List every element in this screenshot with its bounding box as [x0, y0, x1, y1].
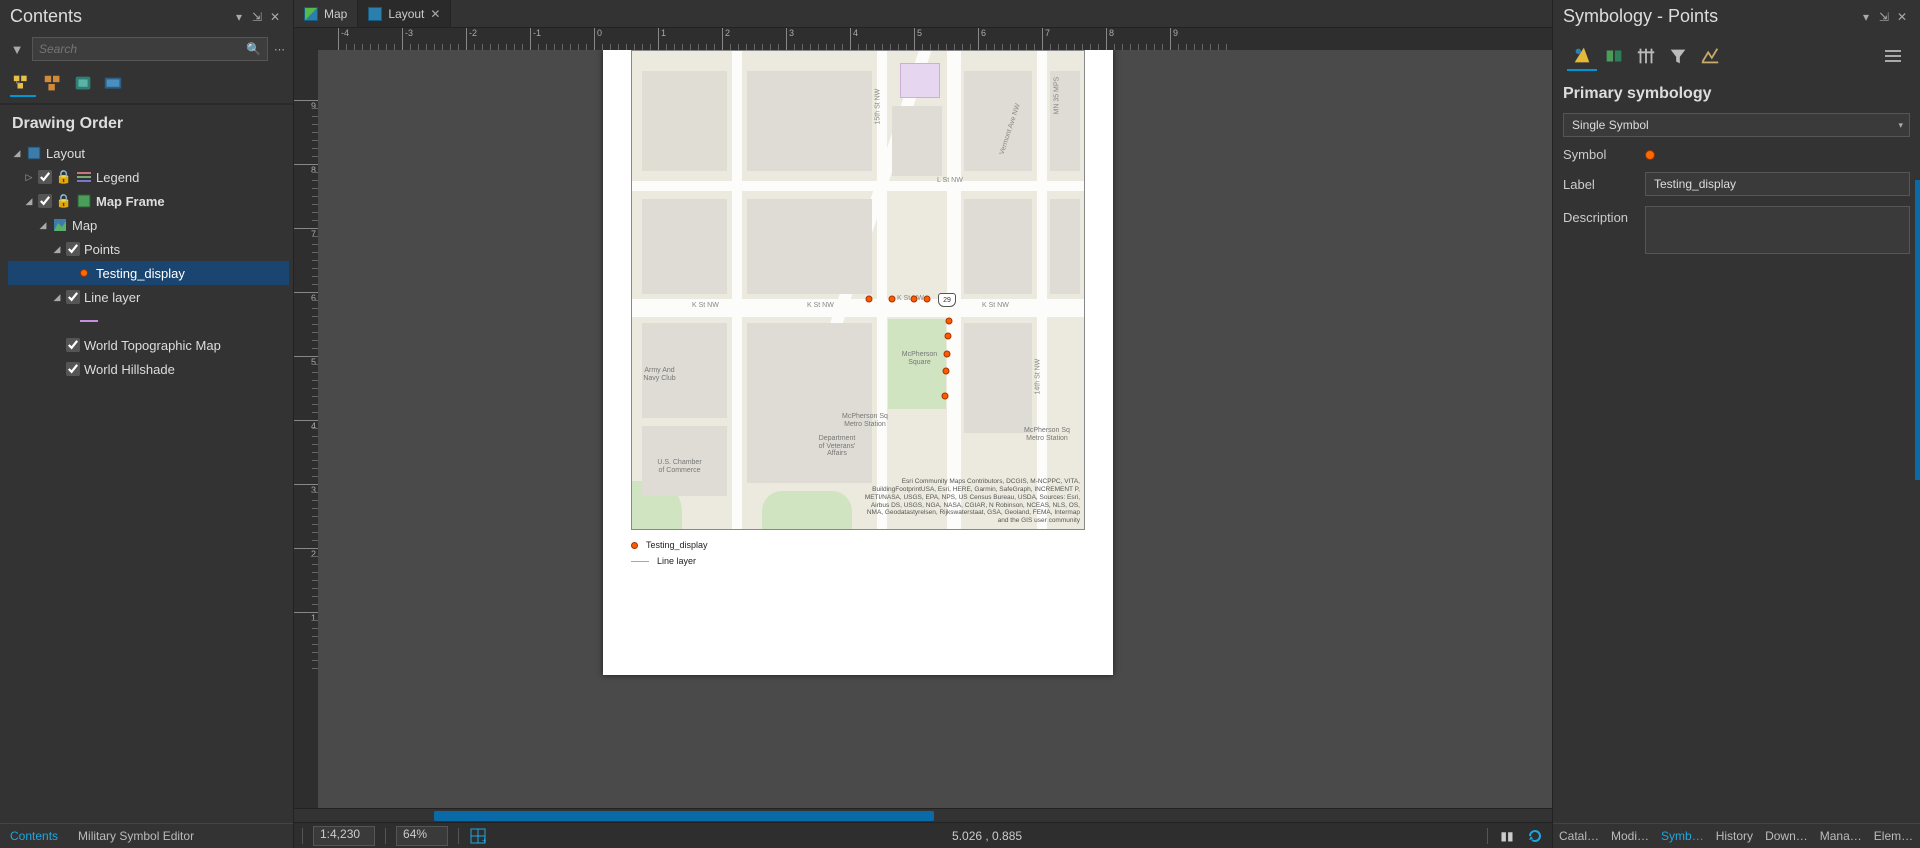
- search-field[interactable]: [39, 42, 246, 56]
- symbology-title: Symbology - Points: [1563, 6, 1858, 27]
- tree-legend[interactable]: ▷ 🔒 Legend: [12, 165, 289, 189]
- tree-map[interactable]: ◢ Map: [12, 213, 289, 237]
- right-tab-6[interactable]: Elem…: [1868, 824, 1919, 848]
- map-frame-icon: [76, 194, 92, 208]
- tree-map-frame[interactable]: ◢ 🔒 Map Frame: [12, 189, 289, 213]
- vertical-scrollbar[interactable]: [1915, 180, 1920, 480]
- snap-grid-icon[interactable]: +: [469, 827, 487, 845]
- search-icon[interactable]: 🔍: [246, 42, 261, 56]
- description-input[interactable]: [1645, 206, 1910, 254]
- tree-line-layer[interactable]: ◢ Line layer: [12, 285, 289, 309]
- tab-military-symbol-editor[interactable]: Military Symbol Editor: [68, 824, 204, 848]
- symbol-layer-drawing-icon[interactable]: [1631, 41, 1661, 71]
- line-visibility-checkbox[interactable]: [66, 290, 80, 304]
- layout-legend[interactable]: Testing_display Line layer: [631, 540, 708, 572]
- lock-icon: 🔒: [56, 194, 72, 208]
- legend-icon: [76, 170, 92, 184]
- pin-icon[interactable]: ⇲: [1876, 9, 1892, 25]
- view-tab-map[interactable]: Map: [294, 0, 358, 27]
- pause-drawing-icon[interactable]: ▮▮: [1498, 827, 1516, 845]
- filter-icon[interactable]: ▼: [8, 42, 26, 57]
- map-tab-icon: [304, 7, 318, 21]
- right-bottom-tabs: Catal…Modi…Symb…HistoryDown…Mana…Elem…: [1553, 823, 1920, 848]
- symbol-label: Symbol: [1563, 147, 1635, 162]
- svg-text:+: +: [482, 836, 486, 844]
- contents-title: Contents: [10, 6, 231, 27]
- drawing-order-heading: Drawing Order: [0, 105, 293, 139]
- label-input[interactable]: [1645, 172, 1910, 196]
- label-label: Label: [1563, 177, 1635, 192]
- right-tab-2[interactable]: Symb…: [1655, 824, 1710, 848]
- view-tab-layout[interactable]: Layout ✕: [358, 0, 451, 27]
- cursor-coordinates: 5.026 , 0.885: [952, 829, 1022, 843]
- primary-symbology-heading: Primary symbology: [1563, 85, 1910, 103]
- layout-tab-icon: [368, 7, 382, 21]
- status-bar: 1:4,230 64% + 5.026 , 0.885 ▮▮: [294, 822, 1552, 848]
- tree-layout[interactable]: ◢ Layout: [12, 141, 289, 165]
- line-symbol-swatch: [80, 320, 98, 322]
- description-label: Description: [1563, 206, 1635, 225]
- close-tab-icon[interactable]: ✕: [430, 7, 440, 21]
- right-tab-5[interactable]: Mana…: [1814, 824, 1868, 848]
- search-options-icon[interactable]: ⋯: [274, 43, 285, 56]
- menu-icon[interactable]: [1880, 43, 1906, 69]
- list-drawing-order-icon[interactable]: [10, 71, 36, 97]
- close-icon[interactable]: ✕: [267, 9, 283, 25]
- scale-dropdown[interactable]: 1:4,230: [313, 826, 375, 846]
- primary-symbology-icon[interactable]: [1567, 41, 1597, 71]
- point-symbol-swatch: [80, 269, 88, 277]
- close-icon[interactable]: ✕: [1894, 9, 1910, 25]
- hillshade-visibility-checkbox[interactable]: [66, 362, 80, 376]
- topo-visibility-checkbox[interactable]: [66, 338, 80, 352]
- contents-tree: ◢ Layout ▷ 🔒 Legend ◢ 🔒 Map Frame ◢: [0, 139, 293, 823]
- tree-base-hillshade[interactable]: ◢ World Hillshade: [12, 357, 289, 381]
- tab-contents[interactable]: Contents: [0, 824, 68, 848]
- mapframe-visibility-checkbox[interactable]: [38, 194, 52, 208]
- right-tab-0[interactable]: Catal…: [1553, 824, 1605, 848]
- legend-visibility-checkbox[interactable]: [38, 170, 52, 184]
- symbology-pane: Symbology - Points ▾ ⇲ ✕: [1552, 0, 1920, 848]
- tree-base-topo[interactable]: ◢ World Topographic Map: [12, 333, 289, 357]
- tree-points[interactable]: ◢ Points: [12, 237, 289, 261]
- points-visibility-checkbox[interactable]: [66, 242, 80, 256]
- contents-toolbar: [0, 65, 293, 105]
- refresh-icon[interactable]: [1526, 827, 1544, 845]
- advanced-icon[interactable]: [1695, 41, 1725, 71]
- symbology-mode-dropdown[interactable]: Single Symbol: [1563, 113, 1910, 137]
- symbology-toolbar: [1563, 33, 1910, 75]
- horizontal-scrollbar[interactable]: [294, 808, 1552, 822]
- map-icon: [52, 218, 68, 232]
- right-tab-4[interactable]: Down…: [1759, 824, 1814, 848]
- vary-by-attribute-icon[interactable]: [1599, 41, 1629, 71]
- tree-points-class[interactable]: Testing_display: [8, 261, 289, 285]
- lock-icon: 🔒: [56, 170, 72, 184]
- pin-icon[interactable]: ⇲: [249, 9, 265, 25]
- search-input[interactable]: 🔍: [32, 37, 268, 61]
- right-tab-1[interactable]: Modi…: [1605, 824, 1655, 848]
- map-frame[interactable]: L St NW K St NW K St NW K St NW K St NW …: [631, 50, 1085, 530]
- layout-canvas[interactable]: L St NW K St NW K St NW K St NW K St NW …: [318, 50, 1552, 808]
- autohide-icon[interactable]: ▾: [231, 9, 247, 25]
- filter-icon[interactable]: [1663, 41, 1693, 71]
- list-source-icon[interactable]: [40, 71, 66, 97]
- map-attribution: Esri Community Maps Contributors, DCGIS,…: [860, 478, 1080, 525]
- contents-pane: Contents ▾ ⇲ ✕ ▼ 🔍 ⋯: [0, 0, 294, 848]
- layout-view: Map Layout ✕ -4-3-2-10123456789 98765432…: [294, 0, 1552, 848]
- right-tab-3[interactable]: History: [1710, 824, 1759, 848]
- zoom-dropdown[interactable]: 64%: [396, 826, 448, 846]
- route-shield: 29: [938, 293, 956, 307]
- horizontal-ruler: -4-3-2-10123456789: [318, 28, 1552, 50]
- list-snapping-icon[interactable]: [100, 71, 126, 97]
- autohide-icon[interactable]: ▾: [1858, 9, 1874, 25]
- layout-page: L St NW K St NW K St NW K St NW K St NW …: [603, 50, 1113, 675]
- vertical-ruler: 987654321: [294, 50, 318, 808]
- tree-line-swatch[interactable]: [12, 309, 289, 333]
- symbol-preview[interactable]: [1645, 150, 1655, 160]
- list-selection-icon[interactable]: [70, 71, 96, 97]
